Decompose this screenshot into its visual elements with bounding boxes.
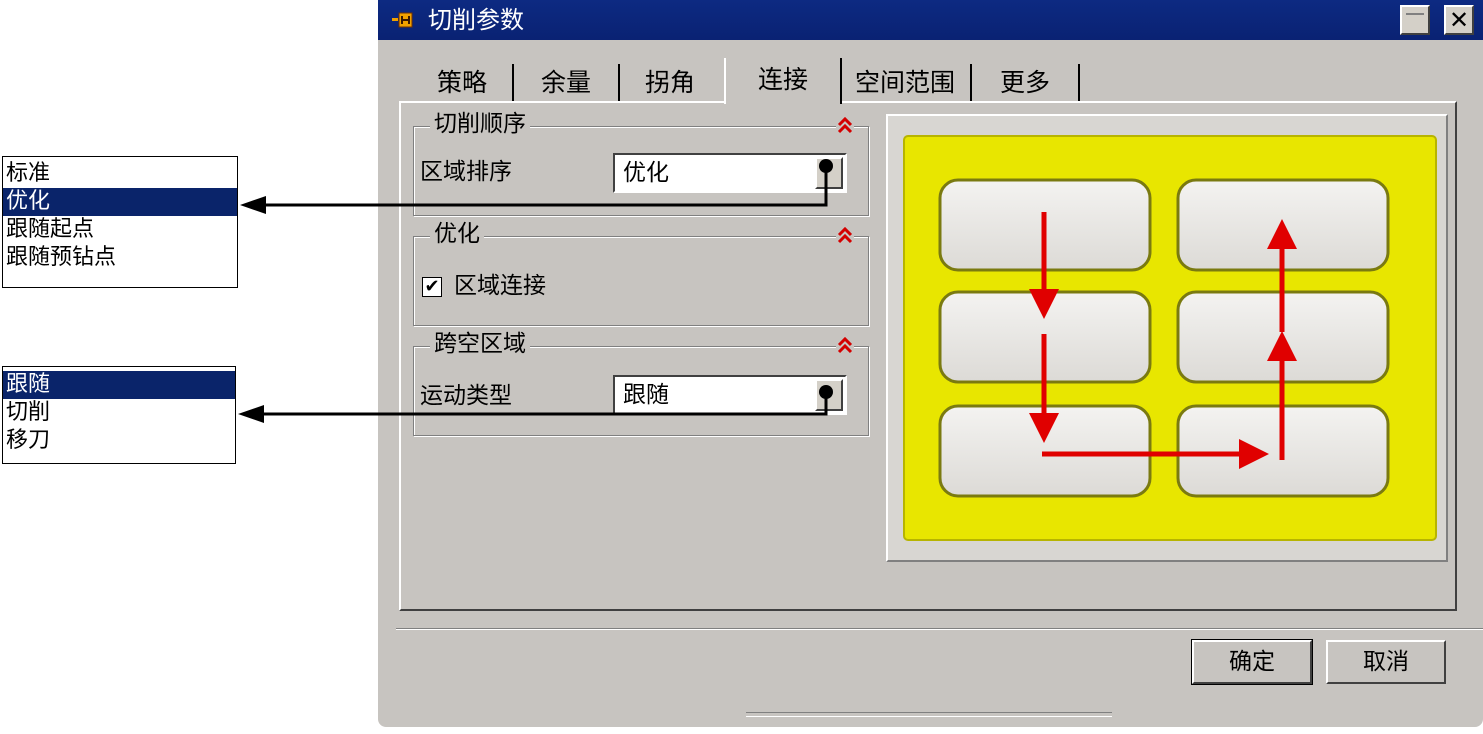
callout-arrowhead xyxy=(240,196,266,214)
callout-connectors xyxy=(238,159,833,423)
callout-dot xyxy=(819,159,833,173)
callout-dot xyxy=(819,385,833,399)
region-order-callout-line xyxy=(262,166,828,207)
callout-arrowhead xyxy=(238,405,264,423)
motion-type-callout-line xyxy=(262,392,828,416)
tab-connections[interactable]: 连接 xyxy=(724,58,842,104)
